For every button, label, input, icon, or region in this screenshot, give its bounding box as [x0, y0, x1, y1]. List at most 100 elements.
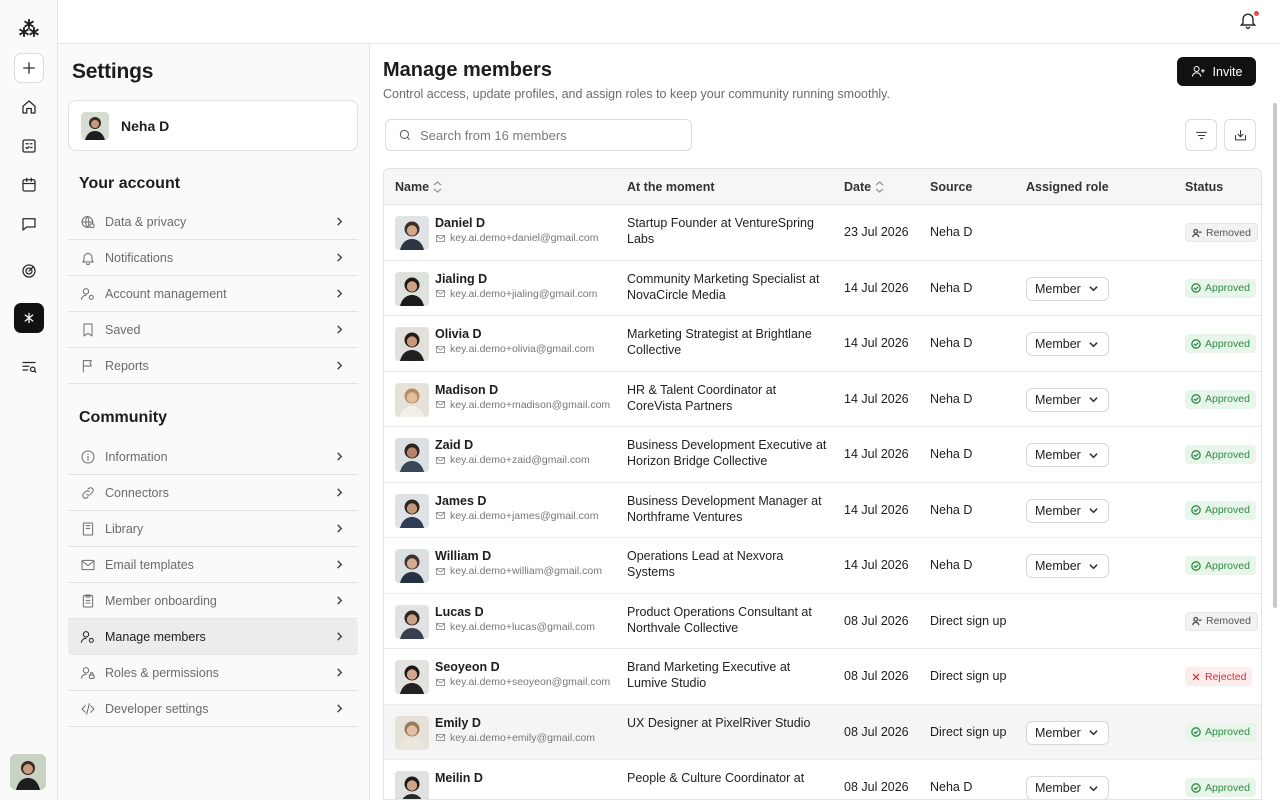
- member-date: 08 Jul 2026: [844, 613, 909, 628]
- member-search-input[interactable]: Search from 16 members: [385, 119, 692, 151]
- member-avatar: [395, 327, 429, 361]
- filter-button[interactable]: [1185, 119, 1217, 151]
- plus-icon: [23, 62, 35, 74]
- table-row[interactable]: James Dkey.ai.demo+james@gmail.com Busine…: [384, 483, 1261, 538]
- table-row[interactable]: Olivia D key.ai.demo+olivia@gmail.com Mark…: [384, 316, 1261, 372]
- invite-button[interactable]: Invite: [1177, 57, 1256, 86]
- member-date: 14 Jul 2026: [844, 336, 909, 350]
- nav-account-management[interactable]: Account management: [68, 276, 358, 312]
- member-name[interactable]: Zaid D: [435, 438, 473, 452]
- nav-data-privacy[interactable]: Data & privacy: [68, 204, 358, 240]
- member-name[interactable]: Daniel D: [435, 216, 485, 230]
- member-date: 23 Jul 2026: [844, 225, 909, 239]
- role-select[interactable]: Member: [1026, 332, 1109, 356]
- app-logo[interactable]: ⁂: [14, 14, 44, 44]
- col-name[interactable]: Name: [395, 180, 442, 194]
- member-email-text: key.ai.demo+william@gmail.com: [450, 565, 602, 577]
- app-rail: ⁂: [0, 0, 58, 800]
- table-row[interactable]: Daniel D key.ai.demo+daniel@gmail.com Star…: [384, 205, 1261, 261]
- mail-icon: [436, 567, 445, 575]
- member-name[interactable]: Lucas D: [435, 605, 484, 619]
- status-text: Approved: [1205, 504, 1250, 516]
- role-select[interactable]: Member: [1026, 443, 1109, 467]
- sort-icon: [433, 181, 442, 193]
- col-status: Status: [1185, 180, 1224, 194]
- settings-title: Settings: [72, 60, 154, 83]
- scrollbar[interactable]: [1273, 103, 1277, 608]
- table-row[interactable]: Seoyeon D key.ai.demo+seoyeon@gmail.com Br…: [384, 649, 1261, 705]
- table-row[interactable]: Zaid D key.ai.demo+zaid@gmail.com Business…: [384, 427, 1261, 483]
- analytics-button[interactable]: [14, 256, 44, 286]
- export-button[interactable]: [1224, 119, 1256, 151]
- user-gear-icon: [80, 287, 94, 300]
- chevron-right-icon: [337, 596, 343, 605]
- role-select[interactable]: Member: [1026, 554, 1109, 578]
- user-avatar[interactable]: [10, 754, 46, 790]
- member-name[interactable]: Olivia D: [435, 327, 482, 341]
- chevron-down-icon: [1089, 397, 1098, 403]
- member-name[interactable]: James D: [435, 494, 486, 508]
- member-name[interactable]: Madison D: [435, 383, 498, 397]
- member-current-role: UX Designer at PixelRiver Studio: [627, 715, 811, 730]
- member-name[interactable]: Jialing D: [435, 272, 487, 286]
- nav-roles-permissions[interactable]: Roles & permissions: [68, 655, 358, 691]
- nav-email-templates[interactable]: Email templates: [68, 547, 358, 583]
- community-nav: Information Connectors Library Email tem…: [68, 439, 358, 727]
- table-row[interactable]: Emily Dkey.ai.demo+emily@gmail.com UX Des…: [384, 704, 1261, 760]
- home-button[interactable]: [14, 92, 44, 122]
- table-row[interactable]: Jialing Dkey.ai.demo+jialing@gmail.com Co…: [384, 261, 1261, 316]
- community-button[interactable]: [14, 303, 44, 333]
- col-date[interactable]: Date: [844, 180, 884, 194]
- messages-button[interactable]: [14, 209, 44, 239]
- member-date: 08 Jul 2026: [844, 669, 909, 683]
- table-row[interactable]: Meilin D People & Culture Coordinator at 0…: [384, 760, 1261, 799]
- chevron-right-icon: [337, 704, 343, 713]
- nav-connectors[interactable]: Connectors: [68, 475, 358, 511]
- nav-label: Connectors: [105, 485, 169, 500]
- role-select[interactable]: Member: [1026, 498, 1109, 523]
- table-row[interactable]: William D key.ai.demo+william@gmail.com Op…: [384, 538, 1261, 594]
- chevron-right-icon: [337, 632, 343, 641]
- member-source: Neha D: [930, 336, 973, 350]
- chevron-right-icon: [337, 452, 343, 461]
- member-source: Neha D: [930, 280, 973, 295]
- role-select[interactable]: Member: [1026, 276, 1109, 301]
- status-text: Approved: [1205, 559, 1250, 572]
- role-select[interactable]: Member: [1026, 776, 1109, 799]
- search-icon: [399, 129, 411, 141]
- profile-card[interactable]: Neha D: [68, 100, 358, 151]
- calendar-button[interactable]: [14, 170, 44, 200]
- nav-reports[interactable]: Reports: [68, 348, 358, 384]
- create-button[interactable]: [14, 53, 44, 83]
- member-name[interactable]: Meilin D: [435, 771, 483, 785]
- user-minus-icon: [1192, 616, 1202, 626]
- nav-manage-members[interactable]: Manage members: [68, 619, 358, 655]
- mail-icon: [436, 622, 445, 631]
- nav-label: Roles & permissions: [105, 665, 219, 680]
- table-row[interactable]: Lucas Dkey.ai.demo+lucas@gmail.com Produc…: [384, 594, 1261, 649]
- notifications-button[interactable]: [1238, 10, 1260, 32]
- role-select[interactable]: Member: [1026, 387, 1109, 412]
- member-avatar: [395, 715, 429, 750]
- nav-information[interactable]: Information: [68, 439, 358, 475]
- member-name[interactable]: Emily D: [435, 716, 481, 730]
- nav-notifications[interactable]: Notifications: [68, 240, 358, 276]
- nav-saved[interactable]: Saved: [68, 312, 358, 348]
- check-circle-icon: [1191, 283, 1201, 293]
- nav-label: Library: [105, 521, 144, 536]
- nav-developer-settings[interactable]: Developer settings: [68, 691, 358, 727]
- member-name[interactable]: William D: [435, 549, 491, 563]
- table-row[interactable]: Madison Dkey.ai.demo+madison@gmail.com HR…: [384, 372, 1261, 427]
- member-email-text: key.ai.demo+zaid@gmail.com: [450, 454, 590, 466]
- tasks-button[interactable]: [14, 131, 44, 161]
- nav-library[interactable]: Library: [68, 511, 358, 547]
- role-select[interactable]: Member: [1026, 720, 1109, 745]
- nav-label: Email templates: [105, 557, 194, 572]
- member-name[interactable]: Seoyeon D: [435, 660, 500, 674]
- nav-member-onboarding[interactable]: Member onboarding: [68, 583, 358, 619]
- profile-avatar: [81, 111, 109, 140]
- filter-icon: [1195, 131, 1207, 139]
- member-email: key.ai.demo+james@gmail.com: [435, 510, 598, 522]
- status-badge: Rejected: [1185, 667, 1253, 686]
- search-list-button[interactable]: [14, 352, 44, 382]
